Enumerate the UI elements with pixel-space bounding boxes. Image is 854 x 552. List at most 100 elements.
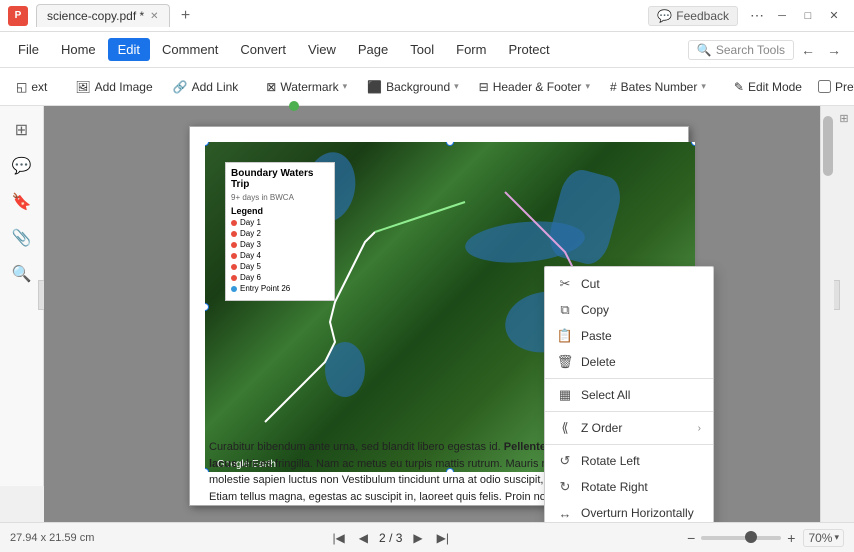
zoom-thumb[interactable]: [745, 531, 757, 543]
search-tools-label: Search Tools: [716, 43, 785, 57]
add-link-icon: 🔗: [173, 80, 188, 94]
bates-arrow: ▾: [701, 81, 706, 92]
document-tab[interactable]: science-copy.pdf * ✕: [36, 4, 170, 27]
right-sidebar-icon: ⊞: [836, 110, 852, 126]
menu-protect[interactable]: Protect: [498, 38, 559, 61]
page-info: 2 / 3: [379, 531, 402, 545]
watermark-icon: ⊠: [266, 80, 276, 94]
watermark-arrow: ▾: [343, 81, 348, 92]
last-page-btn[interactable]: ▶|: [434, 531, 452, 545]
edit-mode-icon: ✎: [734, 80, 744, 94]
zoom-track[interactable]: [701, 536, 781, 540]
cut-icon: ✂: [557, 276, 573, 292]
add-image-btn[interactable]: 🖼 Add Image: [67, 76, 160, 98]
legend-item-7: Entry Point 26: [231, 284, 329, 293]
menu-form[interactable]: Form: [446, 38, 496, 61]
title-bar: P science-copy.pdf * ✕ + 💬 Feedback ⋯ ─ …: [0, 0, 854, 32]
watermark-btn[interactable]: ⊠ Watermark ▾: [258, 76, 355, 98]
bates-number-btn[interactable]: # Bates Number ▾: [602, 76, 714, 98]
legend-box: Boundary Waters Trip 9+ days in BWCA Leg…: [225, 162, 335, 301]
add-link-btn[interactable]: 🔗 Add Link: [165, 76, 247, 98]
close-btn[interactable]: ✕: [822, 6, 846, 26]
legend-section: Legend: [231, 206, 329, 216]
menu-bar: File Home Edit Comment Convert View Page…: [0, 32, 854, 68]
sidebar-icon-search[interactable]: 🔍: [6, 258, 38, 290]
background-icon: ⬛: [367, 80, 382, 94]
edit-mode-btn[interactable]: ✎ Edit Mode: [726, 76, 810, 98]
header-footer-arrow: ▾: [585, 81, 590, 92]
cm-paste[interactable]: 📋 Paste: [545, 323, 713, 349]
zoom-controls: − +: [687, 530, 795, 546]
context-menu: ✂ Cut ⧉ Copy 📋 Paste 🗑 Delete ▦ Sel: [544, 266, 714, 522]
sidebar-icon-bookmark[interactable]: 🔖: [6, 186, 38, 218]
nav-back-btn[interactable]: ←: [796, 38, 820, 62]
background-btn[interactable]: ⬛ Background ▾: [359, 76, 467, 98]
background-arrow: ▾: [454, 81, 459, 92]
rotate-left-icon: ↺: [557, 453, 573, 469]
cm-rotate-right[interactable]: ↻ Rotate Right: [545, 474, 713, 500]
cm-rotate-right-label: Rotate Right: [581, 480, 648, 494]
cm-cut[interactable]: ✂ Cut: [545, 271, 713, 297]
zoom-in-btn[interactable]: +: [787, 530, 795, 546]
cm-delete[interactable]: 🗑 Delete: [545, 349, 713, 375]
more-options-btn[interactable]: ⋯: [744, 7, 770, 24]
menu-home[interactable]: Home: [51, 38, 106, 61]
sidebar-icon-attach[interactable]: 📎: [6, 222, 38, 254]
main-content: Google Earth 5 mi N Boundary Waters Trip…: [44, 106, 834, 522]
legend-item-6: Day 6: [231, 273, 329, 282]
rotation-handle[interactable]: [289, 101, 299, 111]
menu-page[interactable]: Page: [348, 38, 398, 61]
close-tab-btn[interactable]: ✕: [150, 11, 158, 22]
sidebar-icon-grid[interactable]: ⊞: [6, 114, 38, 146]
menu-tool[interactable]: Tool: [400, 38, 444, 61]
cm-cut-label: Cut: [581, 277, 600, 291]
cm-select-all[interactable]: ▦ Select All: [545, 382, 713, 408]
cm-copy[interactable]: ⧉ Copy: [545, 297, 713, 323]
cm-overturn-h[interactable]: ↔ Overturn Horizontally: [545, 500, 713, 522]
feedback-icon: 💬: [657, 9, 672, 23]
tab-label: science-copy.pdf *: [47, 9, 144, 23]
header-footer-icon: ⊟: [479, 80, 489, 94]
header-footer-btn[interactable]: ⊟ Header & Footer ▾: [471, 76, 598, 98]
new-tab-btn[interactable]: +: [174, 4, 198, 28]
ext-btn[interactable]: ◱ ext: [8, 76, 55, 98]
cm-sep-1: [545, 378, 713, 379]
select-all-icon: ▦: [557, 387, 573, 403]
legend-item-2: Day 2: [231, 229, 329, 238]
zoom-out-btn[interactable]: −: [687, 530, 695, 546]
feedback-btn[interactable]: 💬 Feedback: [648, 6, 738, 26]
menu-file[interactable]: File: [8, 38, 49, 61]
search-tools-box[interactable]: 🔍 Search Tools: [688, 40, 794, 60]
maximize-btn[interactable]: □: [796, 6, 820, 26]
menu-comment[interactable]: Comment: [152, 38, 228, 61]
next-page-btn[interactable]: ▶: [410, 531, 425, 545]
prev-page-btn[interactable]: ◀: [356, 531, 371, 545]
legend-subtitle: 9+ days in BWCA: [231, 193, 329, 202]
legend-item-1: Day 1: [231, 218, 329, 227]
search-icon: 🔍: [697, 43, 712, 57]
sidebar-icon-comment[interactable]: 💬: [6, 150, 38, 182]
nav-forward-btn[interactable]: →: [822, 38, 846, 62]
rotate-right-icon: ↻: [557, 479, 573, 495]
cm-select-all-label: Select All: [581, 388, 630, 402]
cm-rotate-left[interactable]: ↺ Rotate Left: [545, 448, 713, 474]
status-bar: 27.94 x 21.59 cm |◀ ◀ 2 / 3 ▶ ▶| − + 70%…: [0, 522, 854, 552]
legend-item-4: Day 4: [231, 251, 329, 260]
zoom-dropdown[interactable]: 70% ▾: [803, 529, 844, 547]
preview-toggle[interactable]: Preview: [818, 80, 854, 94]
preview-checkbox[interactable]: [818, 80, 831, 93]
minimize-btn[interactable]: ─: [770, 6, 794, 26]
cm-z-order[interactable]: ⟪ Z Order ›: [545, 415, 713, 441]
first-page-btn[interactable]: |◀: [329, 531, 347, 545]
cm-overturn-h-label: Overturn Horizontally: [581, 506, 694, 520]
scrollbar-thumb[interactable]: [823, 116, 833, 176]
app-icon: P: [8, 6, 28, 26]
menu-edit[interactable]: Edit: [108, 38, 150, 61]
cm-z-order-arrow: ›: [698, 423, 701, 434]
cm-z-order-label: Z Order: [581, 421, 622, 435]
menu-view[interactable]: View: [298, 38, 346, 61]
copy-icon: ⧉: [557, 302, 573, 318]
menu-convert[interactable]: Convert: [230, 38, 296, 61]
page-total: 3: [396, 531, 403, 545]
scrollbar[interactable]: [820, 106, 834, 522]
